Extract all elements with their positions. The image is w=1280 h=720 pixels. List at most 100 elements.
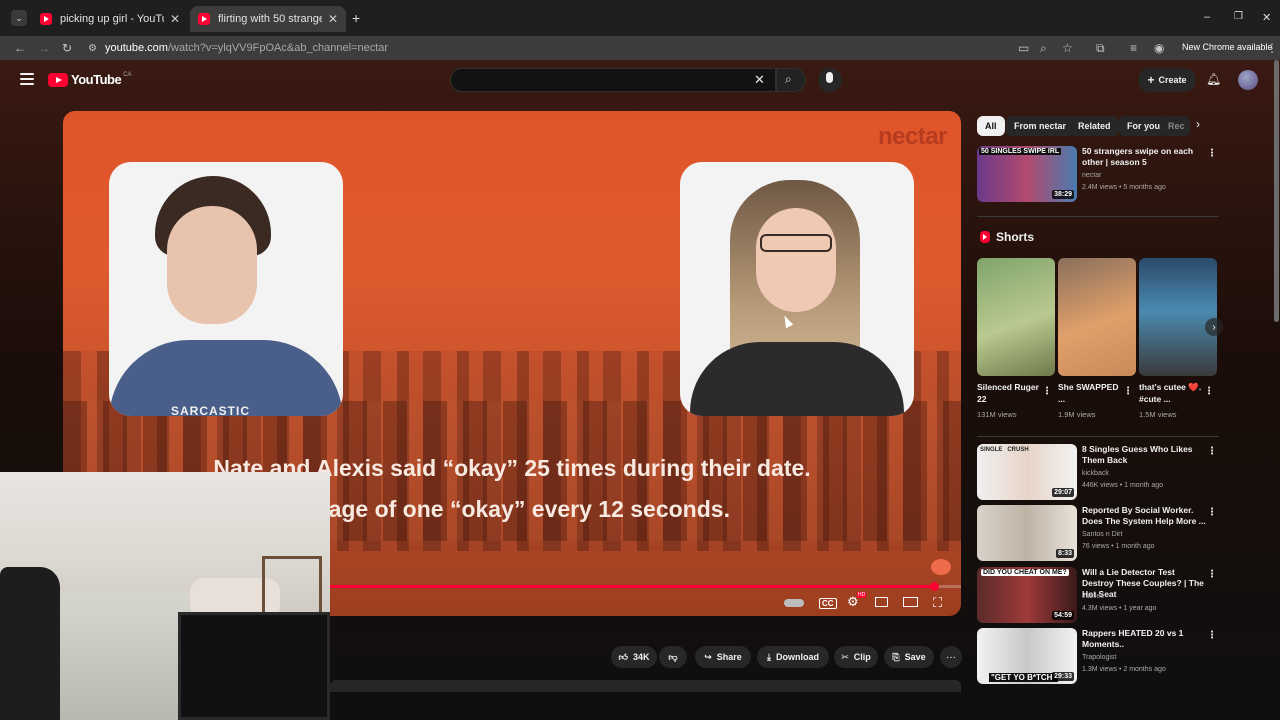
chip-from-nectar[interactable]: From nectar [1006, 116, 1075, 136]
more-options-icon[interactable]: ⋮ [1207, 148, 1217, 159]
channel-name[interactable]: nectar [1082, 172, 1101, 179]
subtitles-button[interactable]: CC [819, 598, 837, 609]
video-title[interactable]: 8 Singles Guess Who Likes Them Back [1082, 444, 1208, 466]
clear-search-icon[interactable]: ✕ [754, 72, 765, 88]
short-thumbnail[interactable] [1058, 258, 1136, 376]
youtube-favicon-icon [198, 13, 210, 25]
notifications-bell-icon[interactable]: 🔔︎ [1206, 72, 1221, 86]
save-button[interactable]: ⎘ Save [884, 646, 934, 668]
video-title[interactable]: Reported By Social Worker. Does The Syst… [1082, 505, 1208, 527]
address-bar[interactable]: ⚙ youtube.com/watch?v=ylqVV9FpOAc&ab_cha… [88, 38, 1168, 58]
download-icon: ⤓ [767, 651, 771, 662]
search-input[interactable] [450, 68, 776, 92]
scrubber-handle[interactable] [930, 582, 940, 591]
browser-tab-2[interactable]: flirting with 50 strangers | seaso ✕ [190, 6, 346, 32]
chrome-update-button[interactable]: New Chrome available [1176, 39, 1279, 57]
thumbnail-text: 50 SINGLES SWIPE IRL [979, 148, 1062, 155]
youtube-app: YouTube CA ✕ ⌕ + Create 🔔︎ nectar SARCAS… [0, 60, 1280, 720]
close-tab-icon[interactable]: ✕ [328, 12, 338, 26]
video-title[interactable]: 50 strangers swipe on each other | seaso… [1082, 146, 1208, 168]
browser-toolbar: ← → ↻ ⚙ youtube.com/watch?v=ylqVV9FpOAc&… [0, 36, 1280, 60]
theater-mode-icon[interactable] [903, 597, 918, 607]
recommendation-item[interactable]: "GET YO B*TCH" 29:33 Rappers HEATED 20 v… [977, 628, 1219, 686]
autoplay-toggle[interactable] [784, 599, 804, 607]
voice-search-button[interactable] [818, 68, 842, 92]
more-options-icon[interactable]: ⋮ [1204, 386, 1214, 397]
url-path: /watch?v=ylqVV9FpOAc&ab_channel=nectar [167, 42, 389, 54]
account-avatar[interactable] [1238, 70, 1258, 90]
back-icon[interactable]: ← [14, 40, 26, 56]
download-button[interactable]: ⤓ Download [757, 646, 829, 668]
youtube-logo[interactable]: YouTube CA [48, 72, 132, 87]
chip-recent[interactable]: Rec [1164, 116, 1190, 136]
video-thumbnail[interactable]: SINGLE CRUSH 29:07 [977, 444, 1077, 500]
more-options-icon[interactable]: ⋮ [1207, 569, 1217, 580]
tab-list-dropdown[interactable]: ⌄ [11, 10, 27, 26]
chevron-right-icon[interactable]: › [1196, 117, 1200, 131]
recommendation-item[interactable]: DID YOU CHEAT ON ME? 54:59 Will a Lie De… [977, 567, 1219, 625]
chrome-menu-icon[interactable]: ⋮ [1266, 40, 1278, 56]
more-actions-button[interactable]: ··· [940, 646, 962, 668]
video-meta: 2.4M views • 5 months ago [1082, 184, 1166, 191]
more-options-icon[interactable]: ⋮ [1207, 507, 1217, 518]
short-title[interactable]: Silenced Ruger 22 [977, 381, 1041, 405]
chip-for-you[interactable]: For you [1119, 116, 1168, 136]
description-box[interactable] [330, 680, 961, 692]
video-thumbnail[interactable]: "GET YO B*TCH" 29:33 [977, 628, 1077, 684]
forward-icon[interactable]: → [38, 40, 50, 56]
channel-name[interactable]: Trapologist [1082, 654, 1116, 661]
profile-icon[interactable]: ◉ [1154, 40, 1164, 56]
microphone-icon [826, 72, 833, 83]
monitor [178, 612, 330, 720]
install-app-icon[interactable]: ▭ [1018, 40, 1029, 56]
video-meta: 446K views • 1 month ago [1082, 482, 1164, 489]
close-tab-icon[interactable]: ✕ [170, 12, 180, 26]
fullscreen-icon[interactable]: ⛶ [933, 595, 942, 611]
short-title[interactable]: She SWAPPED ... [1058, 381, 1122, 405]
video-meta: 1.3M views • 2 months ago [1082, 666, 1166, 673]
short-title[interactable]: that's cutee ❤️. #cute ... [1139, 381, 1203, 405]
channel-name[interactable]: Jubilee [1082, 593, 1104, 600]
more-options-icon[interactable]: ⋮ [1207, 630, 1217, 641]
recommendation-item[interactable]: 8:33 Reported By Social Worker. Does The… [977, 505, 1219, 563]
close-window-button[interactable]: ✕ [1262, 11, 1271, 24]
extensions-icon[interactable]: ⧉ [1096, 40, 1105, 56]
video-duration: 29:33 [1052, 672, 1074, 681]
browser-tab-1[interactable]: picking up girl - YouTube ✕ [32, 6, 188, 32]
like-button[interactable]: 👍︎ 34K [611, 646, 657, 668]
channel-name[interactable]: kickback [1082, 470, 1109, 477]
video-thumbnail[interactable]: DID YOU CHEAT ON ME? 54:59 [977, 567, 1077, 623]
hd-badge: HD [857, 592, 867, 598]
more-options-icon[interactable]: ⋮ [1123, 386, 1133, 397]
recommendation-item[interactable]: SINGLE CRUSH 29:07 8 Singles Guess Who L… [977, 444, 1219, 502]
short-thumbnail[interactable] [1139, 258, 1217, 376]
short-views: 1.9M views [1058, 410, 1096, 419]
video-title[interactable]: Rappers HEATED 20 vs 1 Moments.. [1082, 628, 1208, 650]
media-control-icon[interactable]: ≡ [1130, 40, 1137, 56]
reload-icon[interactable]: ↻ [62, 40, 72, 56]
chip-related[interactable]: Related [1070, 116, 1119, 136]
dislike-button[interactable]: 👎︎ [659, 646, 687, 668]
shorts-next-icon[interactable]: › [1205, 318, 1223, 336]
page-scrollbar[interactable] [1274, 60, 1279, 322]
more-options-icon[interactable]: ⋮ [1207, 446, 1217, 457]
more-options-icon[interactable]: ⋮ [1042, 386, 1052, 397]
menu-icon[interactable] [20, 73, 34, 85]
short-thumbnail[interactable] [977, 258, 1055, 376]
bookmark-star-icon[interactable]: ☆ [1062, 40, 1073, 56]
new-tab-button[interactable]: + [352, 10, 360, 26]
video-thumbnail[interactable]: 50 SINGLES SWIPE IRL 38:29 [977, 146, 1077, 202]
zoom-icon[interactable]: ⌕ [1040, 40, 1047, 56]
chip-all[interactable]: All [977, 116, 1005, 136]
video-thumbnail[interactable]: 8:33 [977, 505, 1077, 561]
minimize-button[interactable]: – [1204, 11, 1210, 23]
search-button[interactable]: ⌕ [776, 68, 806, 92]
site-info-icon[interactable]: ⚙ [88, 43, 97, 54]
clip-button[interactable]: ✂ Clip [834, 646, 878, 668]
share-button[interactable]: ↪ Share [695, 646, 751, 668]
create-button[interactable]: + Create [1138, 68, 1196, 92]
restore-button[interactable]: ❐ [1234, 11, 1243, 22]
recommendation-item[interactable]: 50 SINGLES SWIPE IRL 38:29 50 strangers … [977, 146, 1219, 204]
channel-name[interactable]: Santos n Dirt [1082, 531, 1122, 538]
miniplayer-icon[interactable] [875, 597, 888, 607]
